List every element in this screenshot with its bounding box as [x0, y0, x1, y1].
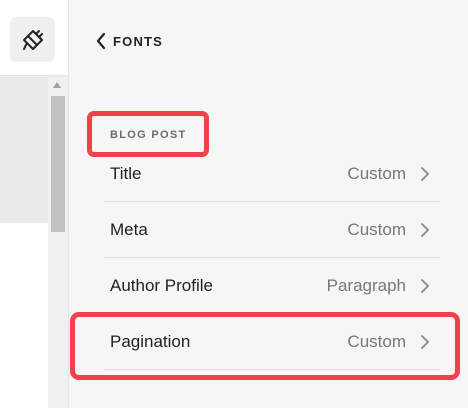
preview-content-area	[0, 223, 48, 408]
preview-header-area	[0, 77, 48, 223]
paintbrush-icon	[22, 29, 43, 50]
font-row-author-profile[interactable]: Author Profile Paragraph	[104, 258, 440, 314]
highlight-pagination-row	[70, 312, 460, 380]
back-link-label: FONTS	[113, 33, 164, 49]
editor-toolbar-strip	[0, 0, 68, 76]
highlight-section-label	[87, 111, 209, 157]
back-to-fonts-link[interactable]: FONTS	[95, 30, 163, 52]
row-value: Custom	[347, 219, 406, 239]
row-label: Title	[110, 163, 142, 183]
scroll-up-arrow-icon[interactable]	[53, 82, 61, 88]
row-label: Author Profile	[110, 275, 213, 295]
chevron-right-icon	[421, 166, 429, 181]
row-value: Custom	[347, 163, 406, 183]
chevron-right-icon	[421, 222, 429, 237]
scrollbar-thumb[interactable]	[51, 96, 65, 232]
chevron-left-icon	[96, 32, 106, 50]
font-row-meta[interactable]: Meta Custom	[104, 202, 440, 258]
row-label: Meta	[110, 219, 148, 239]
design-button[interactable]	[10, 17, 55, 62]
chevron-right-icon	[421, 278, 429, 293]
editor-preview-pane	[0, 0, 68, 408]
row-value: Paragraph	[326, 275, 406, 295]
